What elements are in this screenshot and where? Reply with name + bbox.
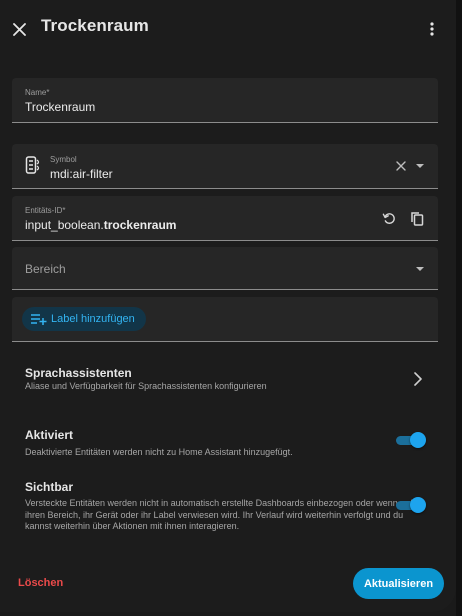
add-label-text: Label hinzufügen bbox=[51, 313, 135, 325]
symbol-field[interactable]: Symbol mdi:air-filter bbox=[12, 144, 438, 189]
clear-symbol-button[interactable] bbox=[393, 158, 409, 174]
label-plus-icon bbox=[31, 314, 47, 325]
visible-toggle[interactable] bbox=[394, 495, 428, 515]
chevron-right-icon bbox=[414, 372, 422, 386]
backdrop bbox=[456, 0, 462, 616]
chevron-down-icon bbox=[416, 164, 424, 168]
visible-description: Versteckte Entitäten werden nicht in aut… bbox=[25, 498, 413, 531]
enabled-title: Aktiviert bbox=[25, 428, 74, 442]
entity-id-field-label: Entitäts-ID* bbox=[25, 206, 66, 215]
name-field-value[interactable]: Trockenraum bbox=[25, 100, 95, 114]
dialog-header: Trockenraum bbox=[0, 0, 456, 58]
clear-icon bbox=[396, 161, 406, 171]
entity-id-field-value[interactable]: input_boolean.trockenraum bbox=[25, 218, 176, 232]
entity-id-suffix: trockenraum bbox=[103, 218, 177, 232]
entity-id-field[interactable]: Entitäts-ID* input_boolean.trockenraum bbox=[12, 196, 438, 241]
voice-assistants-row[interactable] bbox=[14, 358, 438, 402]
chevron-down-icon bbox=[416, 267, 424, 271]
voice-assistants-description: Aliase und Verfügbarkeit für Sprachassis… bbox=[25, 381, 267, 391]
visible-title: Sichtbar bbox=[25, 480, 74, 494]
name-field[interactable]: Name* Trockenraum bbox=[12, 78, 438, 123]
close-icon bbox=[12, 22, 26, 36]
entity-settings-dialog: Trockenraum Name* Trockenraum Symbol mdi… bbox=[0, 0, 456, 612]
close-button[interactable] bbox=[6, 14, 32, 44]
more-vert-icon bbox=[430, 22, 434, 36]
symbol-field-label: Symbol bbox=[50, 155, 77, 164]
entity-id-prefix: input_boolean. bbox=[25, 218, 104, 232]
enabled-description: Deaktivierte Entitäten werden nicht zu H… bbox=[25, 447, 293, 457]
copy-icon bbox=[411, 211, 424, 226]
area-field[interactable]: Bereich bbox=[12, 247, 438, 290]
restore-icon bbox=[382, 212, 395, 224]
area-field-placeholder: Bereich bbox=[25, 262, 66, 276]
enabled-toggle-knob bbox=[410, 432, 426, 448]
area-dropdown-button[interactable] bbox=[412, 261, 428, 277]
labels-area: Label hinzufügen bbox=[12, 297, 438, 342]
more-options-button[interactable] bbox=[420, 14, 444, 44]
delete-button[interactable]: Löschen bbox=[10, 572, 71, 594]
air-filter-icon bbox=[25, 156, 41, 179]
name-field-label: Name* bbox=[25, 88, 50, 97]
dialog-title: Trockenraum bbox=[41, 16, 149, 35]
voice-assistants-title: Sprachassistenten bbox=[25, 366, 132, 380]
update-button[interactable]: Aktualisieren bbox=[353, 568, 444, 599]
enabled-toggle[interactable] bbox=[394, 430, 428, 450]
reset-entity-id-button[interactable] bbox=[379, 208, 399, 228]
symbol-dropdown-button[interactable] bbox=[412, 158, 428, 174]
symbol-field-value[interactable]: mdi:air-filter bbox=[50, 167, 113, 181]
copy-entity-id-button[interactable] bbox=[407, 208, 427, 228]
visible-toggle-knob bbox=[410, 497, 426, 513]
add-label-button[interactable]: Label hinzufügen bbox=[22, 307, 146, 331]
